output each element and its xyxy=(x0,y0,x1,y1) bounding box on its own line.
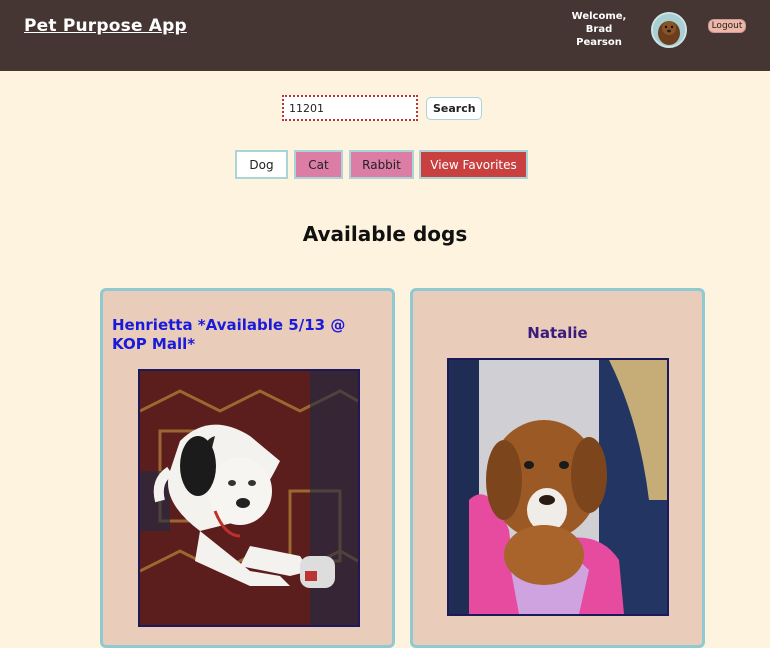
filter-cat-button[interactable]: Cat xyxy=(294,150,343,179)
filter-rabbit-button[interactable]: Rabbit xyxy=(349,150,414,179)
app-title-link[interactable]: Pet Purpose App xyxy=(24,16,187,36)
pet-photo xyxy=(138,369,360,627)
user-first-name: Brad xyxy=(585,24,613,35)
logout-button[interactable]: Logout xyxy=(708,19,746,33)
filter-dog-button[interactable]: Dog xyxy=(235,150,288,179)
user-last-name: Pearson xyxy=(576,37,622,48)
pet-card[interactable]: Henrietta *Available 5/13 @ KOP Mall* xyxy=(100,288,395,648)
pet-photo xyxy=(447,358,669,616)
section-title: Available dogs xyxy=(302,222,468,246)
view-favorites-button[interactable]: View Favorites xyxy=(419,150,528,179)
avatar-dog-image xyxy=(653,14,685,46)
pet-name[interactable]: Henrietta *Available 5/13 @ KOP Mall* xyxy=(112,316,382,354)
search-button[interactable]: Search xyxy=(426,97,482,120)
top-header: Pet Purpose App Welcome, Brad Pearson Lo… xyxy=(0,0,770,71)
zip-search-input[interactable] xyxy=(282,95,418,121)
welcome-text: Welcome, Brad Pearson xyxy=(569,10,629,49)
avatar xyxy=(651,12,687,48)
pet-name[interactable]: Natalie xyxy=(413,324,702,343)
welcome-greeting: Welcome, xyxy=(571,11,627,22)
pet-card[interactable]: Natalie xyxy=(410,288,705,648)
